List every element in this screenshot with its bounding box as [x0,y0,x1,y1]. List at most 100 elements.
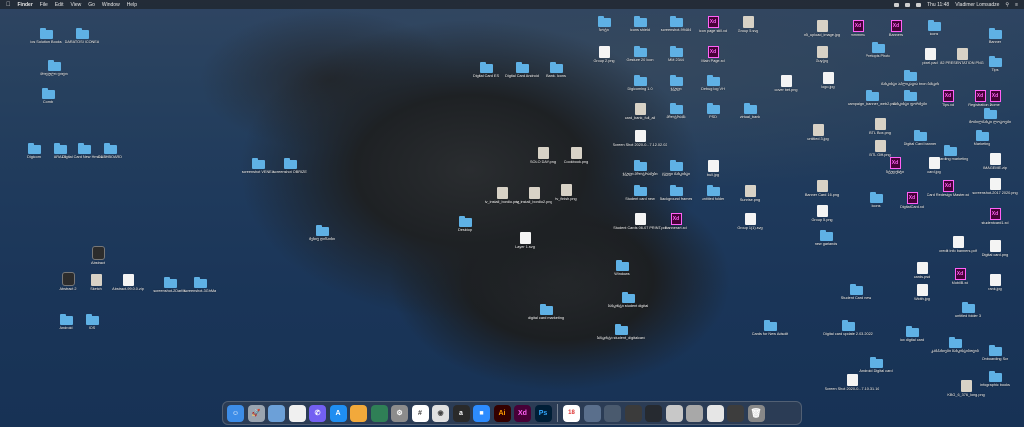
desktop-file[interactable]: logo.jpg [799,72,857,89]
desktop-folder[interactable]: ბანკინგი აპლიკაცია bron ბანკინგი [881,70,939,86]
menu-window[interactable]: Window [102,2,120,8]
desktop-folder[interactable]: მოდული დიდი [25,60,83,76]
desktop-folder[interactable]: icons [905,20,963,36]
desktop-file[interactable]: untitled 3.jpg [789,124,847,141]
dock-app-photoshop-icon[interactable]: Ps [534,404,552,422]
desktop-file[interactable]: KBG_6_376_long.png [937,380,995,397]
desktop-file[interactable]: card.jpg [905,157,963,174]
menu-help[interactable]: Help [127,2,137,8]
dock-thumbnail-icon[interactable] [624,404,642,422]
desktop-folder[interactable]: მენიუ დიზაინი [293,225,351,241]
dock-thumbnail-icon[interactable] [604,404,621,422]
desktop-file[interactable]: Sunrise.png [721,185,779,202]
dock-thumbnail-icon[interactable] [706,404,724,422]
desktop-file[interactable]: Guy.jpg [793,46,851,63]
desktop-file[interactable]: BTL Gift.png [851,140,909,157]
desktop-folder[interactable]: მობილბანკი ლოგოები [961,108,1019,124]
dock-app-slack-icon[interactable]: # [411,404,429,422]
desktop-folder[interactable]: Cards for New Adsolit [741,320,799,336]
dock-thumbnail-icon[interactable] [665,404,683,422]
desktop-folder[interactable]: Android Digital card [847,357,905,373]
desktop-folder[interactable]: DASHBOARD [81,143,139,159]
desktop-file[interactable]: IMAGEME.zip [966,153,1024,170]
dock-app-illustrator-icon[interactable]: Ai [493,404,511,422]
menu-finder[interactable]: Finder [18,2,33,8]
desktop-file[interactable]: Xd DigitalCard.xd [883,192,941,209]
dock-app-adobe-xd-icon[interactable]: Xd [514,404,531,422]
clock[interactable]: Thu 11:48 [927,2,949,8]
dock-thumbnail-icon[interactable] [583,404,601,422]
desktop-file[interactable]: Layer 1.svg [496,232,554,249]
control-center-icon[interactable]: ≡ [1015,2,1018,8]
desktop-file[interactable]: Group 1(1).svg [721,213,779,230]
user-name[interactable]: Vladimer Lomsadze [955,2,999,8]
dock-app-photos-icon[interactable] [288,404,306,422]
dock-thumbnail-icon[interactable] [645,404,662,422]
dock-thumbnail-icon[interactable] [727,404,744,422]
desktop-folder[interactable]: ბანკინგი student_digitalcard [592,324,650,340]
dock-app-abstract-icon[interactable]: a [452,404,470,422]
desktop-folder[interactable]: new garlands [797,230,855,246]
desktop-folder[interactable]: Tips [966,56,1024,72]
desktop-folder[interactable]: Debug log VH [684,75,742,91]
desktop-file[interactable]: Group 5.svg [719,16,777,33]
menu-go[interactable]: Go [88,2,95,8]
calendar-icon[interactable]: 18 [563,404,580,422]
dock-app-launchpad-icon[interactable]: 🚀 [247,404,265,422]
desktop-folder[interactable]: digital card marketing [517,304,575,320]
desktop-file[interactable]: Abstract [69,246,127,265]
menu-edit[interactable]: Edit [55,2,64,8]
desktop-folder[interactable]: Comb [19,88,77,104]
desktop-folder[interactable]: Windows [593,260,651,276]
menu-file[interactable]: File [40,2,48,8]
desktop-file[interactable]: Xd Main Page.xd [684,46,742,63]
desktop-folder[interactable]: Banner [966,28,1024,44]
desktop-file[interactable]: Xd studentcard1.xd [966,208,1024,225]
menu-view[interactable]: View [70,2,81,8]
dock-app-system-preferences-icon[interactable]: ⚙ [391,404,408,422]
battery-icon[interactable] [905,2,911,7]
desktop-file[interactable]: Digital card.png [966,240,1024,257]
desktop-folder[interactable]: screenshot-3GhMa [171,277,229,293]
volume-icon[interactable] [916,2,922,7]
desktop-file[interactable]: rank.jpg [966,274,1024,291]
dock-app-finder-icon[interactable]: ☺ [227,404,244,422]
dock-app-sequel-icon[interactable] [370,404,388,422]
desktop-file[interactable]: Screen Shot 2020-0...7.10.31.16 [823,374,881,391]
trash-icon[interactable]: 🗑 [747,404,765,422]
desktop-folder[interactable]: Marketing [953,130,1011,146]
desktop-file[interactable]: Xd bannerart.xd [647,213,705,230]
dock-app-preview-icon[interactable] [268,404,285,422]
dock-app-app-store-icon[interactable]: A [329,404,347,422]
search-icon[interactable]: ⚲ [1005,2,1009,8]
dock-app-viber-icon[interactable]: ✆ [309,404,326,422]
desktop-file[interactable]: Group 5.png [793,205,851,222]
desktop-folder[interactable]: Desktop [436,216,494,232]
desktop-folder[interactable]: DARATOSI ICONEA [53,28,111,44]
desktop-file[interactable]: Width.jpg [893,284,951,301]
dock-app-chrome-icon[interactable]: ◉ [432,404,449,422]
desktop-folder[interactable]: screenshot OBRIZE [261,158,319,174]
desktop-file[interactable]: Xd home [966,90,1024,107]
icon-label: iox digital card [899,338,925,342]
desktop-folder[interactable]: Digital card update 2.03.2022 [819,320,877,336]
desktop-folder[interactable]: virtual_bank [721,103,779,119]
dock-thumbnail-icon[interactable] [686,404,703,422]
desktop-folder[interactable]: IOS [63,314,121,330]
desktop-file[interactable]: bull.jpg [684,160,742,177]
desktop-file[interactable]: Cookbook.png [547,147,605,164]
desktop-folder[interactable]: untitled folder 3 [939,302,997,318]
wifi-icon[interactable] [894,2,900,7]
desktop-file[interactable]: screenshot-2017 2020.png [966,178,1024,195]
desktop-folder[interactable]: Onboarding Scr [966,345,1024,361]
desktop-file[interactable]: Screen Shot 2020-0...7.12.02.02 [611,130,669,147]
desktop-folder[interactable]: Pretopis Photo [849,42,907,58]
desktop-folder[interactable]: Student Card new [827,284,885,300]
apple-menu-icon[interactable]:  [6,2,11,8]
desktop-folder[interactable]: ბანკინგი student digital [599,292,657,308]
desktop-file[interactable]: tv_finish.png [537,184,595,201]
desktop-folder[interactable]: Bank. Icons [527,62,585,78]
desktop-file[interactable]: Banner Card 16.png [793,180,851,197]
dock-app-swift-icon[interactable] [350,404,367,422]
dock-app-zoom-icon[interactable]: ■ [473,404,490,422]
